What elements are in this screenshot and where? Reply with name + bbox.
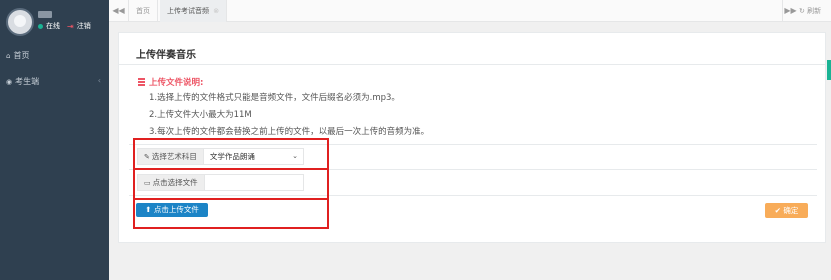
- notes-heading: 上传文件说明:: [138, 76, 203, 88]
- confirm-button[interactable]: ✔ 确定: [765, 203, 808, 218]
- refresh-icon: ↻: [799, 7, 805, 15]
- sidebar-item-home[interactable]: ⌂ 首页: [6, 50, 29, 61]
- page-title: 上传伴奏音乐: [136, 50, 196, 61]
- sidebar-item-examinee[interactable]: ◉ 考生端 ‹: [6, 76, 101, 87]
- note-line: 3.每次上传的文件都会替换之前上传的文件，以最后一次上传的音频为准。: [149, 127, 430, 137]
- tab-label: 上传考试音频: [167, 7, 209, 15]
- tabs-scroll-right-button[interactable]: ▶▶: [782, 0, 798, 22]
- note-line: 1.选择上传的文件格式只能是音频文件，文件后缀名必须为.mp3。: [149, 93, 400, 103]
- logout-link[interactable]: 注销: [77, 21, 91, 31]
- online-dot-icon: [38, 23, 43, 29]
- logout-icon[interactable]: ⇥: [67, 22, 74, 31]
- sidebar-item-label: 首页: [13, 51, 30, 60]
- sidebar: 在线 ⇥ 注销 ⌂ 首页 ◉ 考生端 ‹: [0, 0, 109, 280]
- refresh-button[interactable]: ↻ 刷新: [799, 0, 821, 22]
- status-online-text: 在线: [46, 22, 60, 30]
- list-icon: [138, 78, 145, 86]
- annotation-box-file: [133, 168, 329, 200]
- page-scroll-indicator[interactable]: [827, 60, 831, 80]
- check-icon: ✔: [774, 206, 781, 215]
- tab-bar: ◀◀ 首页 上传考试音频 ⊗ ▶▶ ↻ 刷新: [109, 0, 831, 22]
- sidebar-item-label: 考生端: [15, 77, 40, 86]
- note-line: 2.上传文件大小最大为11M: [149, 110, 252, 120]
- tab-home[interactable]: 首页: [129, 0, 158, 22]
- notes-title: 上传文件说明:: [149, 78, 204, 88]
- confirm-button-label: 确定: [783, 206, 799, 215]
- annotation-box-upload: [133, 198, 329, 229]
- user-name-redacted: [38, 11, 52, 18]
- tab-label: 首页: [136, 7, 150, 15]
- user-status: 在线 ⇥ 注销: [38, 21, 91, 31]
- refresh-label: 刷新: [807, 7, 822, 15]
- avatar[interactable]: [6, 8, 34, 36]
- panel-header: 上传伴奏音乐: [119, 33, 825, 65]
- chevron-left-icon: ‹: [97, 76, 101, 85]
- close-icon[interactable]: ⊗: [213, 7, 219, 15]
- annotation-box-subject: [133, 138, 329, 170]
- user-circle-icon: ◉: [6, 77, 13, 86]
- home-icon: ⌂: [6, 51, 11, 60]
- tabs-scroll-left-button[interactable]: ◀◀: [109, 0, 129, 22]
- tab-upload-audio[interactable]: 上传考试音频 ⊗: [160, 0, 228, 22]
